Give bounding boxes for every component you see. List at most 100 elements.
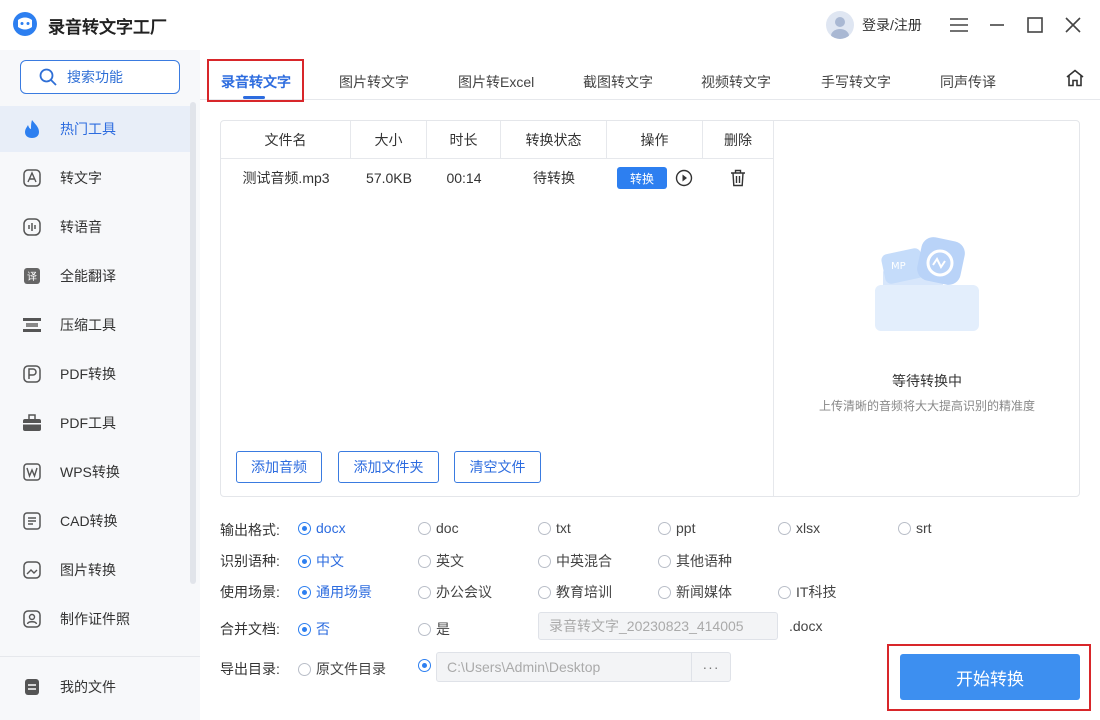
sidebar-item-translate[interactable]: 译 全能翻译 — [0, 253, 196, 299]
scene-label: 使用场景: — [220, 584, 280, 600]
sidebar: 搜索功能 热门工具 转文字 转语音 译 全能翻译 压缩工具 PDF转换 PDF工… — [0, 50, 200, 720]
tab-image-to-text[interactable]: 图片转文字 — [339, 72, 409, 92]
language-mixed-radio[interactable]: 中英混合 — [538, 551, 612, 571]
sidebar-item-label: PDF工具 — [60, 415, 116, 431]
tab-screenshot-to-text[interactable]: 截图转文字 — [583, 72, 653, 92]
col-delete: 删除 — [724, 132, 752, 148]
sidebar-item-pdf-convert[interactable]: PDF转换 — [0, 351, 196, 397]
sidebar-item-label: CAD转换 — [60, 513, 118, 529]
tab-bar: 录音转文字 图片转文字 图片转Excel 截图转文字 视频转文字 手写转文字 同… — [200, 50, 1100, 100]
compress-icon — [22, 315, 42, 335]
format-txt-radio[interactable]: txt — [538, 520, 571, 536]
tab-video-to-text[interactable]: 视频转文字 — [701, 72, 771, 92]
search-label: 搜索功能 — [67, 69, 123, 85]
start-highlight-frame — [887, 644, 1091, 711]
language-other-radio[interactable]: 其他语种 — [658, 551, 732, 571]
sidebar-item-image-convert[interactable]: 图片转换 — [0, 547, 196, 593]
sidebar-item-label: 热门工具 — [60, 121, 116, 137]
sidebar-item-label: 图片转换 — [60, 562, 116, 578]
file-duration: 00:14 — [446, 170, 482, 186]
waiting-title: 等待转换中 — [892, 373, 962, 389]
scene-meeting-radio[interactable]: 办公会议 — [418, 582, 492, 602]
pdf-convert-icon — [22, 364, 42, 384]
scene-it-radio[interactable]: IT科技 — [778, 582, 836, 602]
title-bar: 录音转文字工厂 登录/注册 — [0, 0, 1100, 50]
login-button[interactable]: 登录/注册 — [826, 10, 922, 40]
format-docx-radio[interactable]: docx — [298, 520, 346, 536]
close-icon[interactable] — [1060, 12, 1086, 38]
col-size: 大小 — [351, 121, 427, 159]
tab-highlight-frame — [207, 59, 304, 102]
image-icon — [22, 560, 42, 580]
language-chinese-radio[interactable]: 中文 — [298, 551, 344, 571]
sidebar-item-label: WPS转换 — [60, 464, 120, 480]
scene-general-radio[interactable]: 通用场景 — [298, 582, 372, 602]
format-ppt-radio[interactable]: ppt — [658, 520, 695, 536]
col-action: 操作 — [607, 121, 703, 159]
row-delete — [703, 159, 773, 197]
avatar-icon — [826, 11, 854, 39]
login-label: 登录/注册 — [862, 17, 922, 33]
sidebar-item-label: 制作证件照 — [60, 611, 130, 627]
id-photo-icon — [22, 609, 42, 629]
menu-icon[interactable] — [946, 12, 972, 38]
maximize-icon[interactable] — [1022, 12, 1048, 38]
col-status: 转换状态 — [501, 121, 607, 159]
sidebar-item-pdf-tools[interactable]: PDF工具 — [0, 400, 196, 446]
sidebar-item-label: 压缩工具 — [60, 317, 116, 333]
add-audio-button[interactable]: 添加音频 — [236, 451, 322, 483]
table-header: 文件名 大小 时长 转换状态 操作 删除 — [221, 121, 773, 159]
language-english-radio[interactable]: 英文 — [418, 551, 464, 571]
sidebar-item-wps-convert[interactable]: WPS转换 — [0, 449, 196, 495]
cad-icon — [22, 511, 42, 531]
clear-files-button[interactable]: 清空文件 — [454, 451, 541, 483]
col-duration: 时长 — [427, 121, 501, 159]
sidebar-item-id-photo[interactable]: 制作证件照 — [0, 596, 196, 642]
merge-label: 合并文档: — [220, 621, 280, 637]
scene-education-radio[interactable]: 教育培训 — [538, 582, 612, 602]
sidebar-scrollbar[interactable] — [190, 102, 196, 584]
waiting-subtitle: 上传清晰的音频将大大提高识别的精准度 — [818, 399, 1035, 413]
search-button[interactable]: 搜索功能 — [20, 60, 180, 94]
merge-extension: .docx — [789, 618, 823, 634]
home-icon[interactable] — [1065, 69, 1085, 87]
sidebar-item-cad-convert[interactable]: CAD转换 — [0, 498, 196, 544]
format-doc-radio[interactable]: doc — [418, 520, 459, 536]
play-icon[interactable] — [675, 169, 693, 187]
mp-badge: MP — [891, 261, 906, 272]
app-title: 录音转文字工厂 — [48, 18, 167, 37]
format-xlsx-radio[interactable]: xlsx — [778, 520, 820, 536]
col-filename: 文件名 — [221, 121, 351, 159]
export-custom-radio[interactable] — [418, 659, 436, 672]
convert-button[interactable]: 转换 — [617, 167, 667, 189]
sidebar-item-label: PDF转换 — [60, 366, 116, 382]
merge-no-radio[interactable]: 否 — [298, 619, 330, 639]
format-srt-radio[interactable]: srt — [898, 520, 932, 536]
tab-simultaneous-interpretation[interactable]: 同声传译 — [940, 72, 996, 92]
export-path-input[interactable]: C:\Users\Admin\Desktop — [436, 652, 692, 682]
sidebar-item-label: 转文字 — [60, 170, 102, 186]
tab-image-to-excel[interactable]: 图片转Excel — [458, 72, 534, 92]
sidebar-divider — [0, 656, 200, 657]
audio-folder-illustration: MP — [875, 237, 979, 331]
scene-news-radio[interactable]: 新闻媒体 — [658, 582, 732, 602]
add-folder-button[interactable]: 添加文件夹 — [338, 451, 439, 483]
merge-filename-input[interactable]: 录音转文字_20230823_414005 — [538, 612, 778, 640]
fire-icon — [22, 119, 42, 139]
toolbox-icon — [22, 413, 42, 433]
tab-handwriting-to-text[interactable]: 手写转文字 — [821, 72, 891, 92]
sidebar-item-to-text[interactable]: 转文字 — [0, 155, 196, 201]
browse-button[interactable]: ··· — [691, 652, 731, 682]
export-label: 导出目录: — [220, 661, 280, 677]
export-original-radio[interactable]: 原文件目录 — [298, 659, 386, 679]
row-actions: 转换 — [607, 159, 703, 197]
trash-icon[interactable] — [730, 169, 746, 187]
minimize-icon[interactable] — [984, 12, 1010, 38]
merge-yes-radio[interactable]: 是 — [418, 619, 450, 639]
sidebar-item-my-files[interactable]: 我的文件 — [0, 664, 196, 710]
sidebar-item-hot-tools[interactable]: 热门工具 — [0, 106, 196, 152]
app-logo-icon — [13, 12, 37, 36]
translate-icon: 译 — [22, 266, 42, 286]
sidebar-item-compress[interactable]: 压缩工具 — [0, 302, 196, 348]
sidebar-item-to-voice[interactable]: 转语音 — [0, 204, 196, 250]
